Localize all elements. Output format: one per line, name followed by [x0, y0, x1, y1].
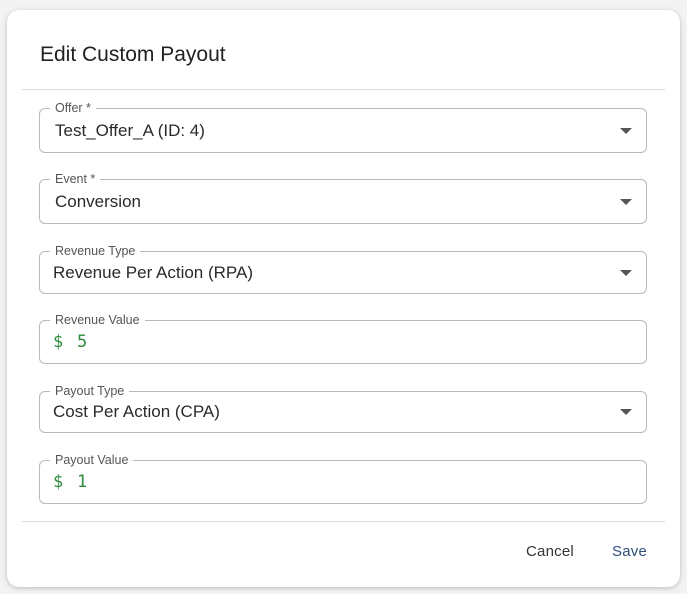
- dialog-title: Edit Custom Payout: [40, 43, 226, 66]
- payout-value-field[interactable]: Payout Value $ 1: [39, 452, 647, 504]
- footer-divider: [22, 521, 665, 522]
- offer-value: Test_Offer_A (ID: 4): [55, 120, 205, 140]
- chevron-down-icon[interactable]: [620, 127, 632, 134]
- currency-symbol: $: [53, 332, 64, 352]
- revenue-value-input[interactable]: 5: [77, 332, 87, 352]
- revenue-value-field[interactable]: Revenue Value $ 5: [39, 312, 647, 364]
- revenue-type-value: Revenue Per Action (RPA): [53, 262, 253, 282]
- payout-type-value: Cost Per Action (CPA): [53, 402, 220, 421]
- chevron-down-icon[interactable]: [620, 198, 632, 205]
- cancel-button[interactable]: Cancel: [526, 543, 574, 560]
- payout-type-select[interactable]: Payout Type Cost Per Action (CPA): [39, 383, 647, 433]
- payout-value-label: Payout Value: [50, 452, 134, 468]
- revenue-type-select[interactable]: Revenue Type Revenue Per Action (RPA): [39, 243, 647, 294]
- payout-type-label: Payout Type: [50, 383, 130, 399]
- chevron-down-icon[interactable]: [620, 269, 632, 276]
- offer-select[interactable]: Offer * Test_Offer_A (ID: 4): [39, 100, 647, 153]
- currency-symbol: $: [53, 472, 64, 492]
- payout-value-input[interactable]: 1: [77, 472, 87, 492]
- chevron-down-icon[interactable]: [620, 409, 632, 415]
- event-value: Conversion: [55, 191, 141, 211]
- event-label: Event *: [50, 171, 101, 187]
- offer-label: Offer *: [50, 100, 96, 116]
- save-button[interactable]: Save: [612, 543, 647, 560]
- event-select[interactable]: Event * Conversion: [39, 171, 647, 224]
- header-divider: [22, 89, 665, 90]
- revenue-value-label: Revenue Value: [50, 312, 145, 328]
- revenue-type-label: Revenue Type: [50, 243, 141, 259]
